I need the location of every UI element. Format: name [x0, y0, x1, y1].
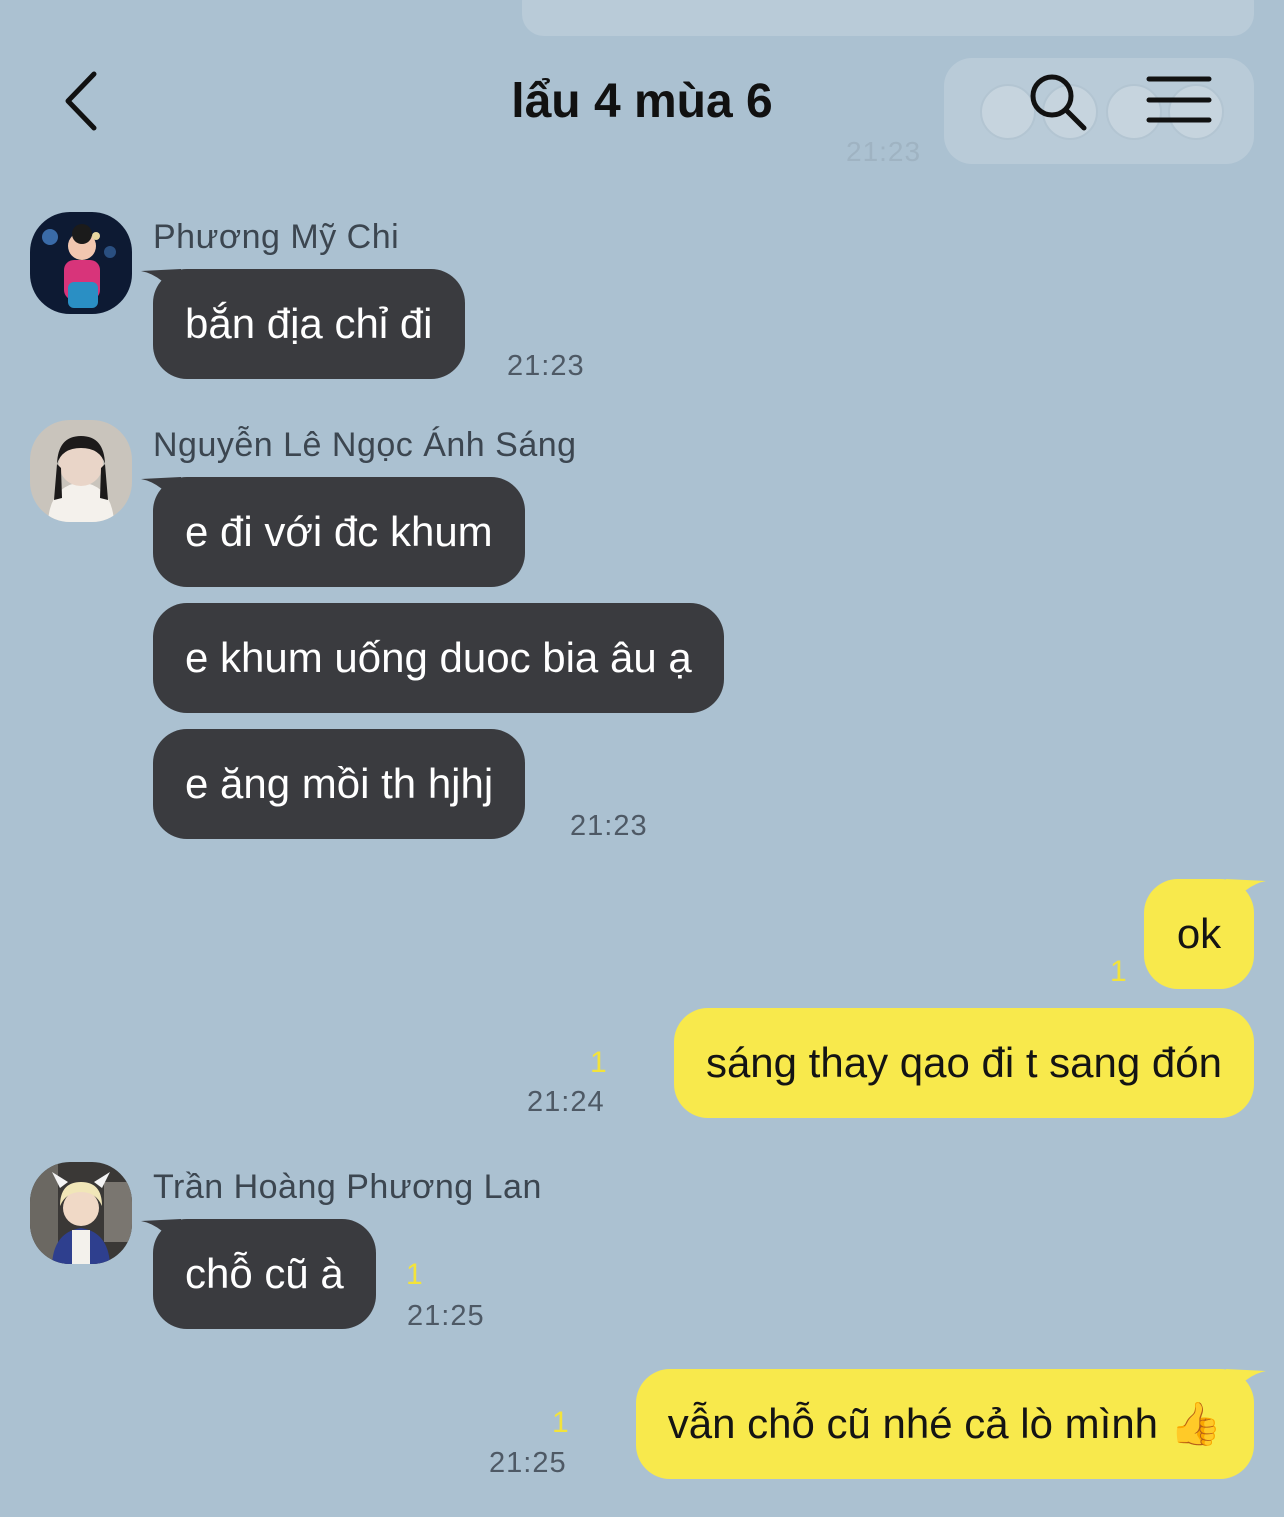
message-bubble[interactable]: sáng thay qao đi t sang đón: [673, 1008, 1254, 1118]
message-bubble[interactable]: e khum uống duoc bia âu ạ: [153, 603, 724, 713]
message-text: e đi với đc khum: [185, 508, 493, 555]
avatar-image: [30, 1162, 132, 1264]
avatar[interactable]: [30, 1162, 132, 1264]
unread-count: 1: [406, 1258, 423, 1291]
message-bubble[interactable]: vẫn chỗ cũ nhé cả lò mình 👍: [635, 1369, 1266, 1479]
message-text: ok: [1176, 910, 1222, 957]
faded-previous-bubble: [522, 0, 1254, 36]
message-bubble[interactable]: bắn địa chỉ đi: [141, 269, 465, 379]
avatar[interactable]: [30, 212, 132, 314]
message-time: 21:25: [489, 1447, 567, 1479]
message-time: 21:24: [527, 1086, 605, 1118]
bubble-tail: [141, 1219, 181, 1253]
message-bubble[interactable]: chỗ cũ à: [141, 1219, 376, 1329]
message-time: 21:23: [507, 350, 585, 382]
unread-count: 1: [1110, 955, 1127, 988]
faded-timestamp: 21:23: [846, 136, 922, 167]
sender-name: Trần Hoàng Phương Lan: [153, 1168, 542, 1206]
message-time: 21:23: [570, 810, 648, 842]
sender-name: Phương Mỹ Chi: [153, 218, 400, 256]
unread-count: 1: [590, 1046, 607, 1079]
avatar[interactable]: [30, 420, 132, 522]
bubble-tail: [1226, 1369, 1266, 1403]
menu-button[interactable]: [1146, 74, 1212, 128]
menu-icon: [1146, 76, 1212, 123]
chat-title: lẩu 4 mùa 6: [511, 75, 773, 128]
sender-name: Nguyễn Lê Ngọc Ánh Sáng: [153, 426, 577, 464]
search-icon: [1030, 74, 1087, 131]
message-time: 21:25: [407, 1300, 485, 1332]
message-text: chỗ cũ à: [185, 1250, 344, 1297]
message-text: bắn địa chỉ đi: [185, 300, 433, 347]
avatar-image: [30, 212, 132, 314]
message-text: e ăng mồi th hjhj: [185, 760, 494, 807]
bubble-tail: [1226, 879, 1266, 913]
unread-count: 1: [552, 1406, 569, 1439]
message-text: sáng thay qao đi t sang đón: [705, 1039, 1222, 1086]
search-button[interactable]: [1026, 70, 1090, 134]
avatar-image: [30, 420, 132, 522]
message-bubble[interactable]: ok: [1144, 879, 1266, 989]
message-bubble[interactable]: e đi với đc khum: [141, 477, 525, 587]
bubble-tail: [141, 477, 181, 511]
message-text: e khum uống duoc bia âu ạ: [185, 634, 692, 681]
message-bubble[interactable]: e ăng mồi th hjhj: [153, 729, 526, 839]
bubble-tail: [141, 269, 181, 303]
message-text: vẫn chỗ cũ nhé cả lò mình 👍: [667, 1400, 1222, 1447]
